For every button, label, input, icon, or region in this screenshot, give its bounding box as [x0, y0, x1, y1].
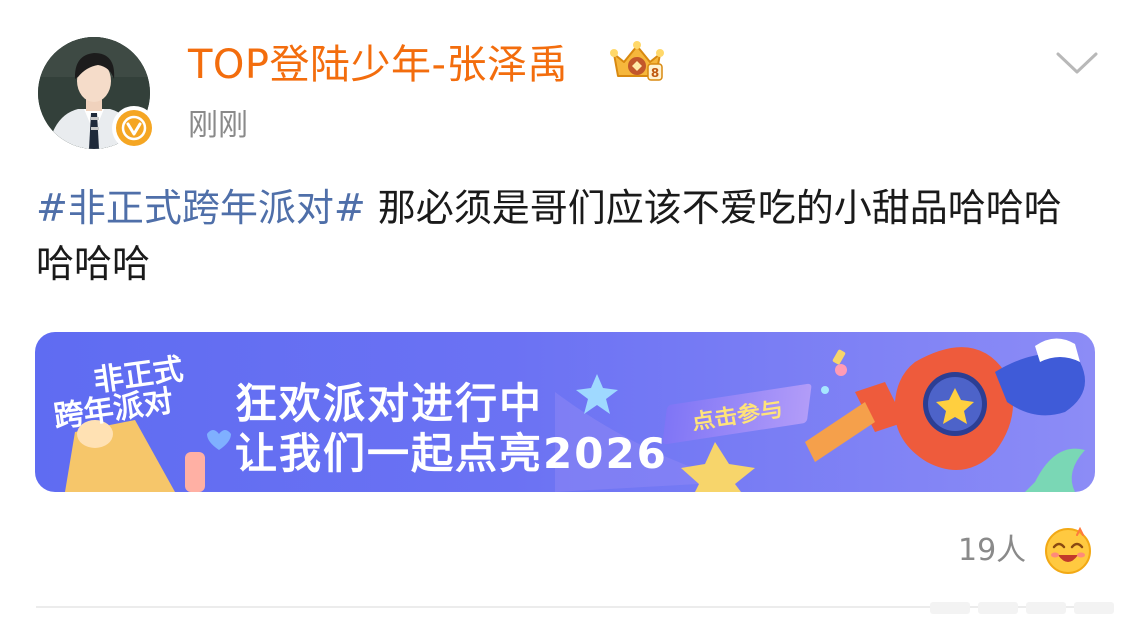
- username[interactable]: TOP登陆少年-张泽禹: [188, 40, 568, 90]
- post-text: #非正式跨年派对# 那必须是哥们应该不爱吃的小甜品哈哈哈哈哈哈: [36, 180, 1096, 292]
- chevron-down-icon[interactable]: [1052, 48, 1102, 78]
- reactions[interactable]: 19人: [958, 527, 1092, 575]
- vip-crown-icon[interactable]: 8: [608, 40, 666, 84]
- reaction-emoji-icon[interactable]: [1044, 527, 1092, 575]
- reaction-count: 19人: [958, 533, 1027, 568]
- svg-text:8: 8: [651, 66, 659, 80]
- hashtag-link[interactable]: #非正式跨年派对#: [36, 186, 366, 230]
- watermark-bars: [930, 602, 1114, 614]
- event-banner[interactable]: 非正式 跨年派对 狂欢派对进行中 让我们一起点亮2026 点击参与: [35, 332, 1095, 492]
- verified-badge-icon: [112, 106, 156, 150]
- post-timestamp: 刚刚: [188, 108, 248, 143]
- banner-subline: 让我们一起点亮2026: [235, 429, 668, 478]
